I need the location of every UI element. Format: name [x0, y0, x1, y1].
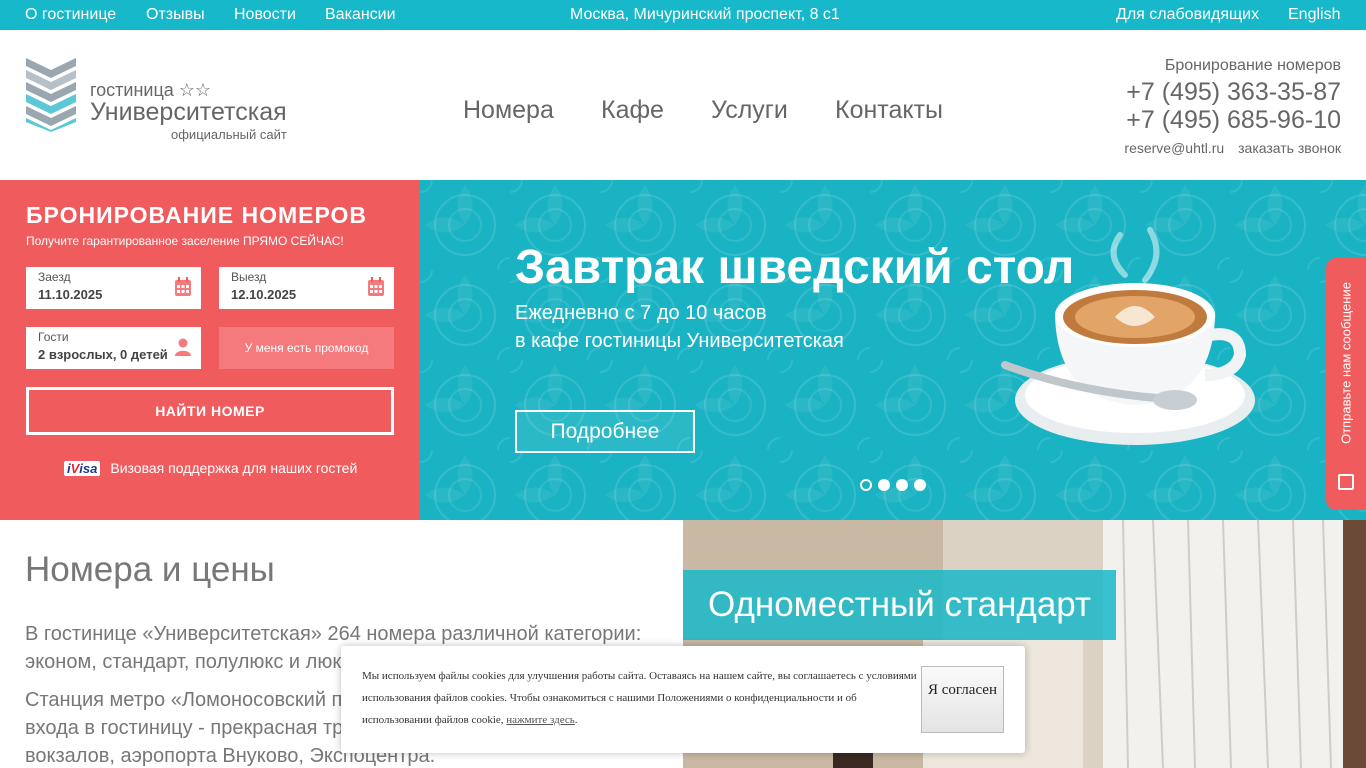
envelope-icon — [1338, 474, 1354, 490]
hero-line-1: Ежедневно с 7 до 10 часов — [515, 302, 767, 324]
calendar-icon — [368, 277, 384, 296]
slider-dot-2[interactable] — [878, 479, 890, 491]
slider-dot-4[interactable] — [914, 479, 926, 491]
top-bar: О гостинице Отзывы Новости Вакансии Моск… — [0, 0, 1366, 30]
send-message-label: Отправьте нам сообщение — [1338, 282, 1354, 444]
phone-2[interactable]: +7 (495) 685-96-10 — [1126, 106, 1341, 135]
calendar-icon — [175, 277, 191, 296]
topbar-address[interactable]: Москва, Мичуринский проспект, 8 с1 — [570, 6, 840, 24]
logo-tagline: официальный сайт — [171, 127, 287, 142]
cookie-message: Мы используем файлы cookies для улучшени… — [362, 665, 927, 731]
cookie-banner: Мы используем файлы cookies для улучшени… — [341, 646, 1025, 753]
slider-dot-3[interactable] — [896, 479, 908, 491]
checkout-value: 12.10.2025 — [231, 287, 297, 302]
booking-subtitle: Получите гарантированное заселение ПРЯМО… — [26, 234, 344, 248]
topbar-link-reviews[interactable]: Отзывы — [146, 6, 205, 24]
nav-rooms[interactable]: Номера — [463, 96, 554, 125]
booking-panel: БРОНИРОВАНИЕ НОМЕРОВ Получите гарантиров… — [0, 180, 420, 520]
slider-dots — [860, 478, 932, 496]
checkin-field[interactable]: Заезд 11.10.2025 — [26, 267, 201, 309]
email-link[interactable]: reserve@uhtl.ru — [1124, 140, 1224, 156]
cookie-agree-button[interactable]: Я согласен — [921, 666, 1004, 733]
callback-link[interactable]: заказать звонок — [1238, 140, 1341, 156]
visa-support-text: Визовая поддержка для наших гостей — [110, 460, 358, 476]
slider-dot-1[interactable] — [860, 479, 872, 491]
ivisa-logo: iVisa — [64, 461, 101, 476]
hero-slider: Завтрак шведский стол Ежедневно с 7 до 1… — [420, 180, 1366, 520]
hero-more-button[interactable]: Подробнее — [515, 410, 695, 453]
cookie-policy-link[interactable]: нажмите здесь — [506, 714, 574, 726]
user-icon — [175, 338, 191, 356]
contact-links: reserve@uhtl.ru заказать звонок — [1114, 140, 1341, 156]
site-header: гостиница ☆☆ Университетская официальный… — [0, 30, 1366, 180]
coffee-cup-icon — [1001, 227, 1255, 445]
nav-contacts[interactable]: Контакты — [835, 96, 943, 125]
hero-title: Завтрак шведский стол — [515, 241, 1075, 294]
nav-services[interactable]: Услуги — [711, 96, 788, 125]
phone-1[interactable]: +7 (495) 363-35-87 — [1126, 78, 1341, 107]
topbar-link-vacancies[interactable]: Вакансии — [325, 6, 396, 24]
booking-label: Бронирование номеров — [1164, 57, 1341, 74]
nav-cafe[interactable]: Кафе — [601, 96, 664, 125]
cookie-text: Мы используем файлы cookies для улучшени… — [362, 670, 917, 726]
booking-title: БРОНИРОВАНИЕ НОМЕРОВ — [26, 202, 368, 228]
promo-code-button[interactable]: У меня есть промокод — [219, 327, 394, 369]
find-room-button[interactable]: НАЙТИ НОМЕР — [26, 387, 394, 435]
guests-field[interactable]: Гости 2 взрослых, 0 детей — [26, 327, 201, 369]
checkout-field[interactable]: Выезд 12.10.2025 — [219, 267, 394, 309]
checkout-label: Выезд — [231, 270, 267, 284]
visa-support[interactable]: iVisa Визовая поддержка для наших гостей — [64, 460, 357, 476]
cookie-text-end: . — [574, 714, 578, 726]
topbar-link-about[interactable]: О гостинице — [25, 6, 116, 24]
send-message-tab[interactable]: Отправьте нам сообщение — [1326, 258, 1366, 510]
language-english-link[interactable]: English — [1288, 6, 1340, 24]
checkin-label: Заезд — [38, 270, 71, 284]
hero-line-2: в кафе гостиницы Университетская — [515, 330, 844, 352]
guests-value: 2 взрослых, 0 детей — [38, 347, 168, 362]
guests-label: Гости — [38, 330, 69, 344]
accessibility-link[interactable]: Для слабовидящих — [1116, 6, 1259, 24]
room-card-title[interactable]: Одноместный стандарт — [683, 570, 1116, 640]
rooms-title: Номера и цены — [25, 550, 275, 589]
topbar-link-news[interactable]: Новости — [234, 6, 296, 24]
hotel-logo-icon[interactable] — [26, 56, 76, 132]
checkin-value: 11.10.2025 — [38, 287, 103, 302]
logo-title[interactable]: Университетская — [90, 98, 287, 127]
